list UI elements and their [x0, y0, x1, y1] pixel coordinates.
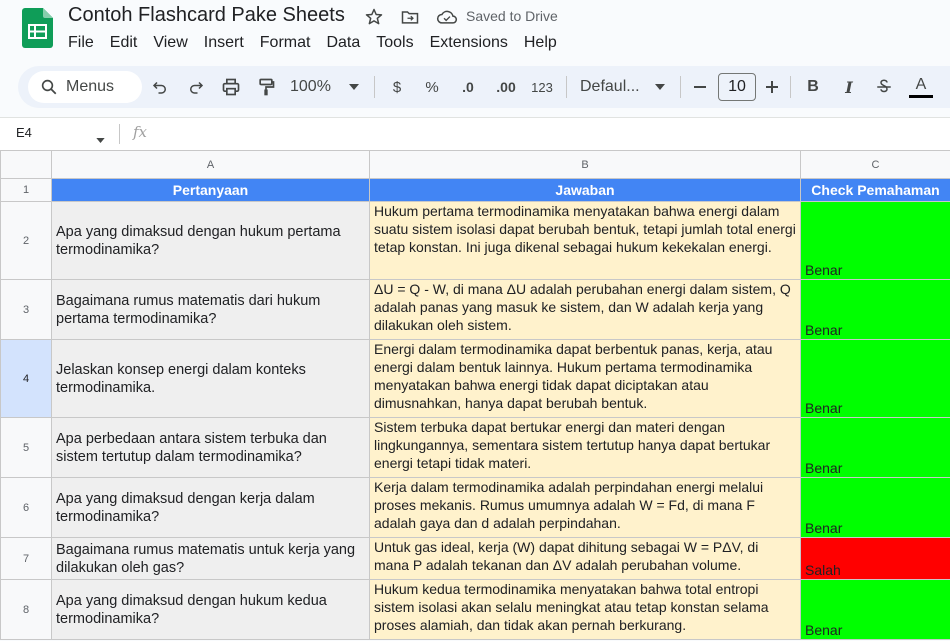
check-cell[interactable]: Salah: [800, 537, 950, 580]
menu-edit[interactable]: Edit: [102, 33, 146, 53]
document-title[interactable]: Contoh Flashcard Pake Sheets: [68, 4, 345, 27]
move-folder-icon[interactable]: [399, 6, 421, 28]
question-cell[interactable]: Bagaimana rumus matematis dari hukum per…: [51, 279, 370, 340]
row-header[interactable]: 6: [0, 477, 52, 538]
question-cell[interactable]: Apa yang dimaksud dengan hukum kedua ter…: [51, 579, 370, 640]
question-cell[interactable]: Apa yang dimaksud dengan kerja dalam ter…: [51, 477, 370, 538]
redo-icon[interactable]: [184, 72, 208, 102]
font-value: Defaul...: [580, 78, 640, 95]
table-row: 5 Apa perbedaan antara sistem terbuka da…: [0, 417, 950, 478]
check-cell[interactable]: Benar: [800, 579, 950, 640]
font-size-input[interactable]: 10: [718, 73, 756, 101]
toolbar-divider: [790, 76, 791, 98]
search-menus-button[interactable]: Menus: [28, 71, 142, 103]
header-cell-pertanyaan[interactable]: Pertanyaan: [51, 178, 370, 202]
check-cell[interactable]: Benar: [800, 417, 950, 478]
strikethrough-icon[interactable]: [873, 72, 895, 102]
menu-tools[interactable]: Tools: [368, 33, 421, 53]
select-all-corner[interactable]: [0, 150, 52, 179]
table-row: 3 Bagaimana rumus matematis dari hukum p…: [0, 279, 950, 340]
column-header-b[interactable]: B: [369, 150, 801, 179]
menu-format[interactable]: Format: [252, 33, 319, 53]
text-color-button[interactable]: A: [908, 72, 934, 102]
paint-format-icon[interactable]: [254, 72, 278, 102]
increase-decimal-button[interactable]: .00: [491, 72, 521, 102]
header-cell-check[interactable]: Check Pemahaman: [800, 178, 950, 202]
answer-cell[interactable]: Sistem terbuka dapat bertukar energi dan…: [369, 417, 801, 478]
menu-extensions[interactable]: Extensions: [422, 33, 516, 53]
question-cell[interactable]: Apa perbedaan antara sistem terbuka dan …: [51, 417, 370, 478]
table-row: 4 Jelaskan konsep energi dalam konteks t…: [0, 339, 950, 418]
row-header[interactable]: 8: [0, 579, 52, 640]
star-icon[interactable]: [363, 6, 385, 28]
check-cell[interactable]: Benar: [800, 477, 950, 538]
zoom-select[interactable]: 100%: [290, 72, 340, 102]
row-header[interactable]: 5: [0, 417, 52, 478]
name-box-chevron-down-icon[interactable]: [96, 130, 105, 148]
row-header[interactable]: 1: [0, 178, 52, 202]
menu-insert[interactable]: Insert: [196, 33, 252, 53]
menu-help[interactable]: Help: [516, 33, 565, 53]
row-header[interactable]: 3: [0, 279, 52, 340]
check-cell[interactable]: Benar: [800, 201, 950, 280]
decrease-font-size-icon[interactable]: [690, 72, 710, 102]
answer-cell[interactable]: Hukum pertama termodinamika menyatakan b…: [369, 201, 801, 280]
sheets-logo-icon[interactable]: [22, 8, 54, 48]
answer-cell[interactable]: Kerja dalam termodinamika adalah perpind…: [369, 477, 801, 538]
increase-font-size-icon[interactable]: [762, 72, 782, 102]
row-header[interactable]: 7: [0, 537, 52, 580]
answer-cell[interactable]: Energi dalam termodinamika dapat berbent…: [369, 339, 801, 418]
menu-data[interactable]: Data: [318, 33, 368, 53]
cloud-saved-icon[interactable]: [436, 6, 458, 28]
table-row: 7 Bagaimana rumus matematis untuk kerja …: [0, 537, 950, 580]
toolbar-divider: [374, 76, 375, 98]
more-formats-button[interactable]: 123: [528, 72, 556, 102]
spreadsheet-grid: A B C 1 Pertanyaan Jawaban Check Pemaham…: [0, 150, 950, 640]
toolbar-divider: [566, 76, 567, 98]
table-row: 6 Apa yang dimaksud dengan kerja dalam t…: [0, 477, 950, 538]
zoom-value: 100%: [290, 78, 331, 95]
font-select[interactable]: Defaul...: [580, 72, 648, 102]
search-icon: [41, 79, 57, 95]
row-header[interactable]: 2: [0, 201, 52, 280]
font-chevron-down-icon[interactable]: [652, 72, 668, 102]
percent-format-button[interactable]: %: [421, 72, 443, 102]
saved-status: Saved to Drive: [466, 8, 558, 24]
bold-button[interactable]: B: [802, 72, 824, 102]
answer-cell[interactable]: ΔU = Q - W, di mana ΔU adalah perubahan …: [369, 279, 801, 340]
search-menus-label: Menus: [66, 78, 115, 95]
table-row: 2 Apa yang dimaksud dengan hukum pertama…: [0, 201, 950, 280]
question-cell[interactable]: Apa yang dimaksud dengan hukum pertama t…: [51, 201, 370, 280]
italic-button[interactable]: I: [838, 72, 860, 102]
currency-format-button[interactable]: $: [386, 72, 408, 102]
question-cell[interactable]: Jelaskan konsep energi dalam konteks ter…: [51, 339, 370, 418]
menu-view[interactable]: View: [145, 33, 195, 53]
header-cell-jawaban[interactable]: Jawaban: [369, 178, 801, 202]
decrease-decimal-button[interactable]: .0: [455, 72, 481, 102]
table-row: 8 Apa yang dimaksud dengan hukum kedua t…: [0, 579, 950, 640]
check-cell[interactable]: Benar: [800, 339, 950, 418]
answer-cell[interactable]: Untuk gas ideal, kerja (W) dapat dihitun…: [369, 537, 801, 580]
formula-divider: [119, 124, 120, 144]
print-icon[interactable]: [219, 72, 243, 102]
text-color-swatch: [909, 94, 933, 98]
toolbar-divider: [680, 76, 681, 98]
undo-icon[interactable]: [148, 72, 172, 102]
formula-input[interactable]: [160, 125, 940, 143]
name-box[interactable]: E4: [16, 125, 32, 140]
menu-bar: File Edit View Insert Format Data Tools …: [60, 33, 565, 53]
answer-cell[interactable]: Hukum kedua termodinamika menyatakan bah…: [369, 579, 801, 640]
check-cell[interactable]: Benar: [800, 279, 950, 340]
column-header-a[interactable]: A: [51, 150, 370, 179]
question-cell[interactable]: Bagaimana rumus matematis untuk kerja ya…: [51, 537, 370, 580]
fx-icon: fx: [133, 123, 148, 141]
row-header[interactable]: 4: [0, 339, 52, 418]
zoom-chevron-down-icon[interactable]: [346, 72, 362, 102]
column-header-c[interactable]: C: [800, 150, 950, 179]
menu-file[interactable]: File: [60, 33, 102, 53]
